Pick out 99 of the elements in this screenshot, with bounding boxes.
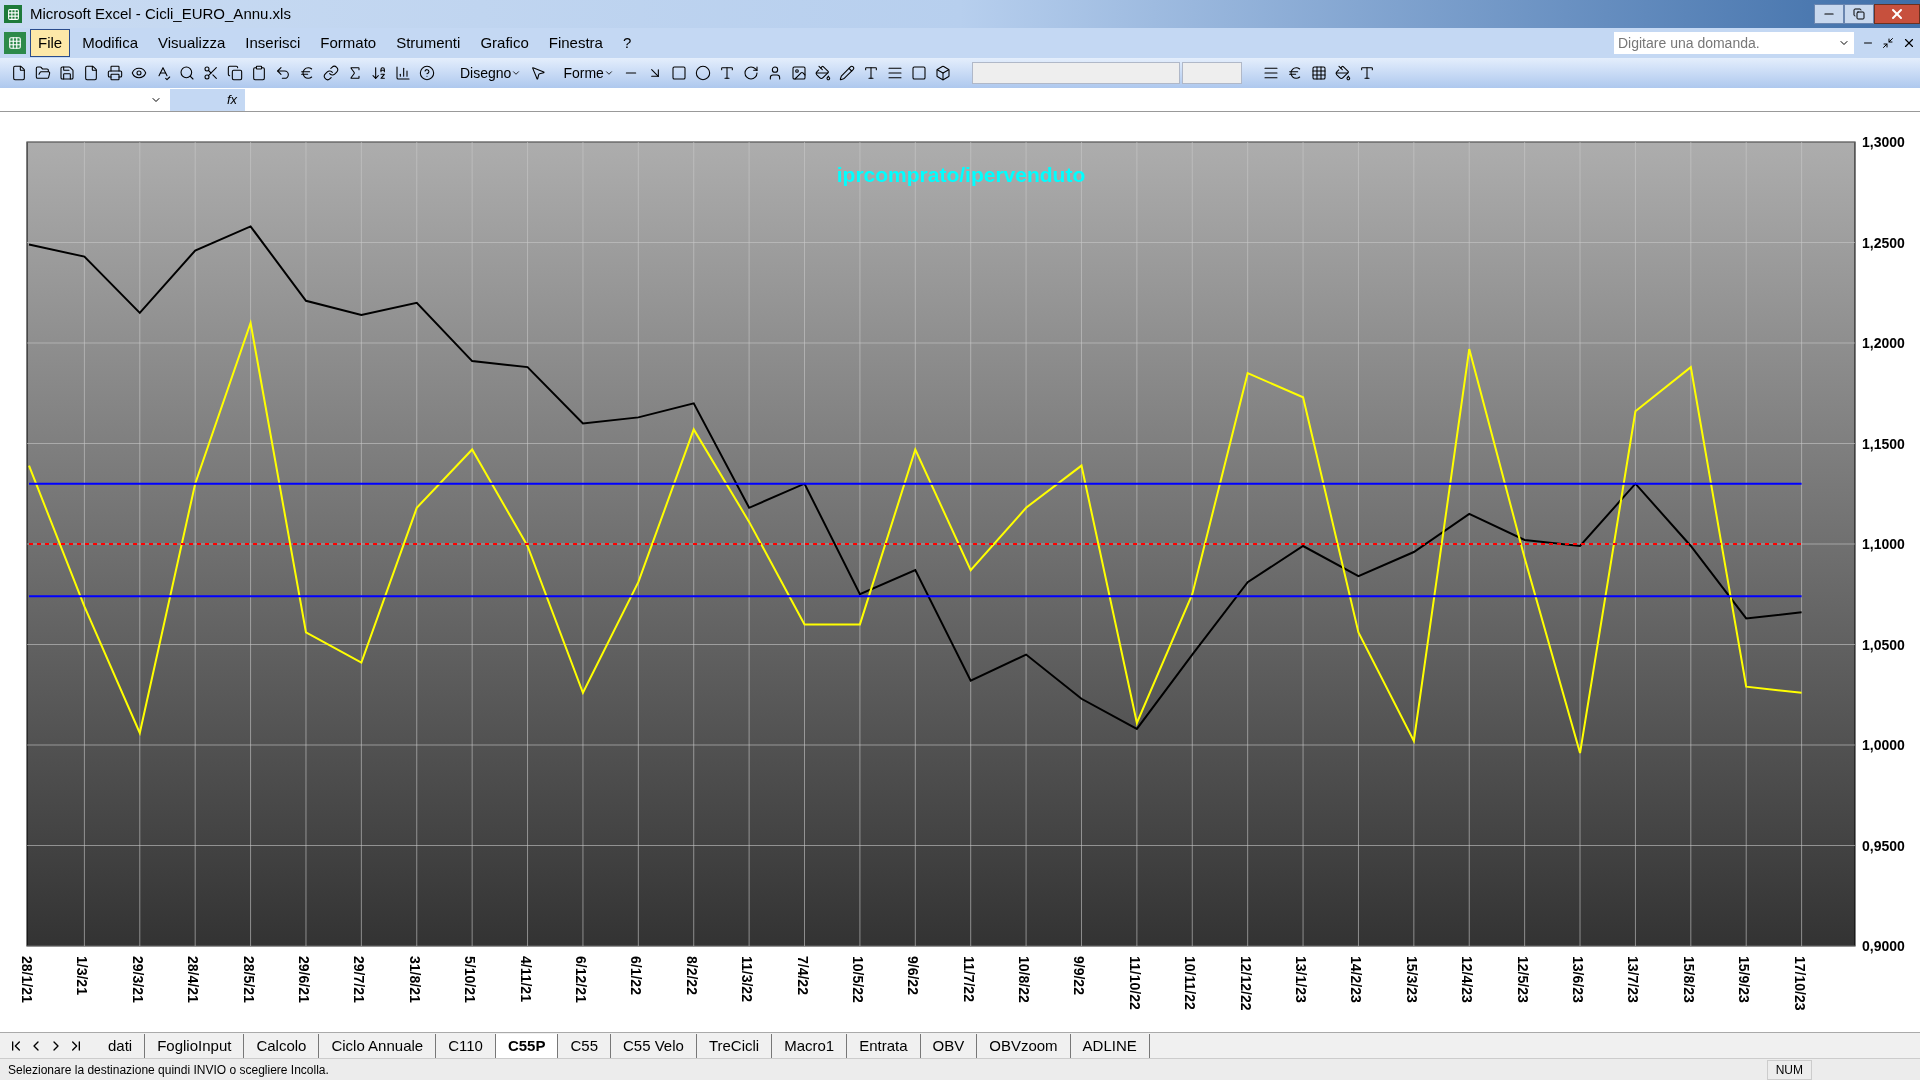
fill-color-icon[interactable] (1334, 65, 1351, 81)
axis-label: 31/8/21 (406, 956, 423, 1003)
pointer-icon[interactable] (530, 65, 547, 81)
menu-item[interactable]: Strumenti (388, 28, 469, 58)
restore-icon[interactable] (1882, 37, 1894, 49)
menu-item[interactable]: Visualizza (150, 28, 234, 58)
scissors-icon[interactable] (203, 65, 219, 81)
axis-label: 28/4/21 (185, 956, 202, 1003)
align-icon[interactable] (1262, 65, 1279, 81)
axis-label: 4/11/21 (517, 956, 534, 1002)
axis-label: 6/12/21 (572, 956, 589, 1003)
axis-label: 28/1/21 (19, 956, 35, 1003)
euro-icon[interactable] (299, 65, 315, 81)
axis-label: 1,1500 (1862, 435, 1905, 452)
font-color-icon[interactable] (1358, 65, 1375, 81)
axis-label: 1,0500 (1862, 636, 1905, 653)
sort-icon[interactable] (371, 65, 387, 81)
help-search-field[interactable]: Digitare una domanda. (1614, 32, 1854, 54)
axis-label: 1,2000 (1862, 335, 1905, 351)
window-title: Microsoft Excel - Cicli_EURO_Annu.xls (30, 3, 291, 24)
chart-title: iprcomprato/ipervenduto (836, 163, 1086, 186)
euro-icon[interactable] (1286, 65, 1303, 81)
axis-label: 10/5/22 (849, 956, 866, 1003)
axis-label: 1,1000 (1862, 536, 1905, 552)
menu-item[interactable]: Grafico (472, 28, 537, 58)
link-icon[interactable] (323, 65, 339, 81)
axis-label: 11/3/22 (739, 956, 756, 1002)
axis-label: 17/10/23 (1791, 956, 1808, 1011)
axis-label: 0,9500 (1862, 837, 1905, 854)
folder-icon[interactable] (35, 65, 51, 81)
axis-label: 15/3/23 (1403, 956, 1420, 1003)
size-field[interactable] (1181, 62, 1242, 84)
save-icon[interactable] (59, 65, 75, 81)
menu-item[interactable]: Modifica (74, 28, 147, 58)
borders-icon[interactable] (1310, 65, 1327, 81)
axis-label: 9/6/22 (905, 956, 922, 995)
axis-label: 12/12/22 (1237, 956, 1254, 1011)
chart-icon[interactable] (395, 65, 411, 81)
axis-label: 14/2/23 (1348, 956, 1365, 1003)
ellipse-icon[interactable] (694, 65, 711, 81)
spellcheck-icon[interactable] (155, 65, 171, 81)
menu-item[interactable]: Finestra (540, 28, 611, 58)
menu-item[interactable]: ? (614, 28, 640, 58)
axis-label: 0,9000 (1862, 938, 1905, 954)
undo-icon[interactable] (275, 65, 291, 81)
font-field[interactable] (971, 62, 1180, 84)
axis-label: 5/10/21 (462, 956, 479, 1003)
fill-color-icon[interactable] (814, 65, 831, 81)
font-color-icon[interactable] (862, 65, 879, 81)
axis-label: 9/9/22 (1071, 956, 1088, 995)
axis-label: 12/4/23 (1459, 956, 1476, 1003)
axis-label: 15/8/23 (1680, 956, 1697, 1003)
axis-label: 28/5/21 (240, 956, 257, 1003)
caret-icon (511, 68, 522, 78)
close-icon[interactable] (1902, 36, 1916, 50)
copy-icon[interactable] (227, 65, 243, 81)
axis-label: 1/3/21 (74, 956, 91, 995)
axis-label: 6/1/22 (628, 956, 645, 995)
axis-label: 13/7/23 (1625, 956, 1642, 1003)
axis-label: 11/7/22 (960, 956, 977, 1002)
menu-item[interactable]: File (30, 28, 71, 58)
function-button[interactable]: fx (170, 88, 245, 111)
axis-label: 11/10/22 (1126, 956, 1143, 1010)
line-color-icon[interactable] (838, 65, 855, 81)
search-icon[interactable] (179, 65, 195, 81)
shapes-menu[interactable]: Forme (559, 62, 618, 84)
menu-item[interactable]: Formato (312, 28, 385, 58)
sigma-icon[interactable] (347, 65, 363, 81)
axis-label: 13/6/23 (1570, 956, 1587, 1003)
axis-label: 10/8/22 (1016, 956, 1033, 1003)
axis-label: 15/9/23 (1736, 956, 1753, 1003)
sheet-tab[interactable]: C55P (495, 1034, 559, 1058)
status-message: Selezionare la destinazione quindi INVIO o scegliere Incolla. (8, 1061, 329, 1079)
drawing-menu[interactable]: Disegno (456, 62, 526, 84)
restore-icon[interactable] (1853, 8, 1865, 20)
axis-label: 13/1/23 (1293, 956, 1310, 1003)
axis-label: 10/11/22 (1182, 956, 1199, 1010)
num-lock-indicator: NUM (1766, 1059, 1812, 1080)
axis-label: 29/6/21 (295, 956, 312, 1003)
clipboard-icon[interactable] (251, 65, 267, 81)
axis-label: 8/2/22 (683, 956, 700, 995)
printer-icon[interactable] (107, 65, 123, 81)
help-icon[interactable] (419, 65, 435, 81)
3d-icon[interactable] (934, 65, 951, 81)
new-file-icon[interactable] (11, 65, 27, 81)
line-style-icon[interactable] (886, 65, 903, 81)
axis-label: 1,0000 (1862, 737, 1905, 753)
menu-item[interactable]: Inserisci (237, 28, 309, 58)
axis-label: 1,2500 (1862, 234, 1905, 251)
rectangle-icon[interactable] (670, 65, 687, 81)
axis-label: 29/3/21 (129, 956, 146, 1003)
preview-icon[interactable] (131, 65, 147, 81)
axis-label: 1,3000 (1862, 134, 1905, 150)
image-icon[interactable] (790, 65, 807, 81)
axis-label: 29/7/21 (351, 956, 368, 1003)
caret-icon (603, 68, 614, 78)
text-box-icon[interactable] (718, 65, 735, 81)
axis-label: 7/4/22 (794, 956, 811, 995)
axis-label: 12/5/23 (1514, 956, 1531, 1003)
